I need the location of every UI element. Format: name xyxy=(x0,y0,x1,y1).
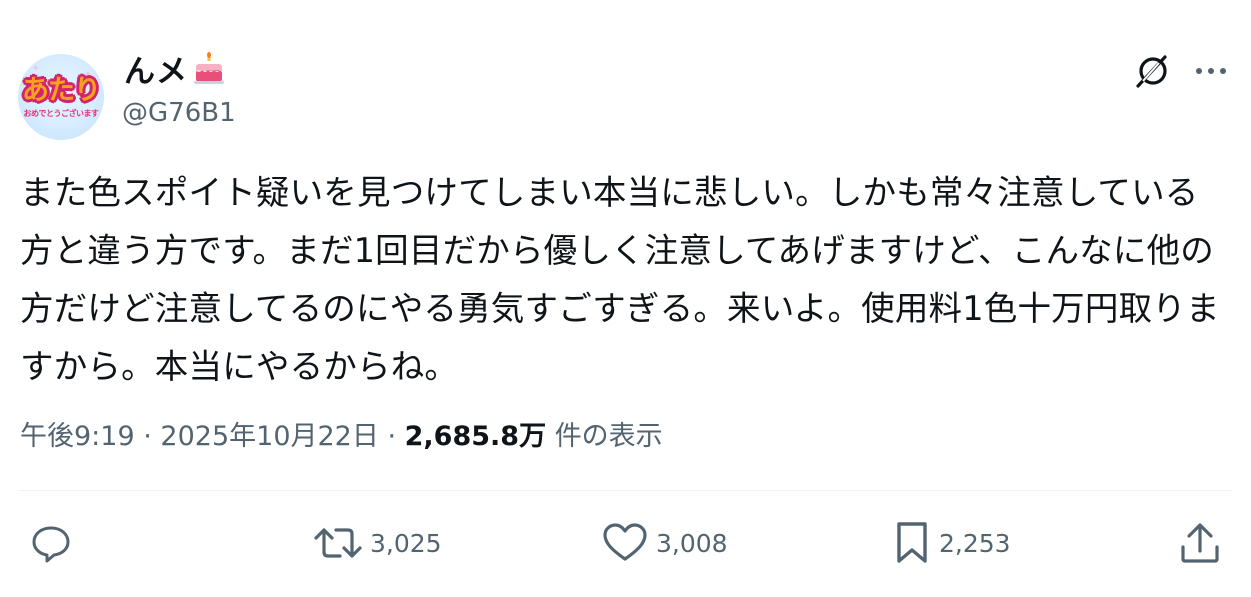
share-button[interactable] xyxy=(1178,520,1230,566)
like-count: 3,008 xyxy=(656,528,728,558)
tweet-date[interactable]: 2025年10月22日 xyxy=(160,421,378,452)
grok-button[interactable] xyxy=(1134,52,1172,90)
reply-button[interactable] xyxy=(30,520,80,566)
heart-icon xyxy=(603,523,647,561)
views-label[interactable]: 件の表示 xyxy=(555,421,663,452)
more-dots-icon xyxy=(1196,68,1226,74)
more-options-button[interactable] xyxy=(1194,60,1228,82)
birthday-cake-icon xyxy=(192,51,226,86)
divider xyxy=(18,490,1233,491)
user-handle[interactable]: @G76B1 xyxy=(122,98,236,128)
avatar-text: あたり xyxy=(22,75,101,106)
bookmark-count: 2,253 xyxy=(939,528,1011,558)
bookmark-icon xyxy=(897,522,927,563)
display-name[interactable]: んメ xyxy=(124,46,188,91)
separator: · xyxy=(387,421,397,452)
avatar-subtext: おめでとうございます xyxy=(23,109,100,118)
like-button[interactable]: 3,008 xyxy=(602,520,728,566)
views-count[interactable]: 2,685.8万 xyxy=(405,421,546,452)
retweet-button[interactable]: 3,025 xyxy=(314,520,442,566)
retweet-count: 3,025 xyxy=(370,528,442,558)
tweet-text: また色スポイト疑いを見つけてしまい本当に悲しい。しかも常々注意している方と違う方… xyxy=(20,173,1220,386)
separator: · xyxy=(143,421,152,452)
share-icon xyxy=(1181,523,1219,563)
reply-icon xyxy=(32,526,70,563)
grok-icon xyxy=(1136,55,1167,88)
tweet-time[interactable]: 午後9:19 xyxy=(20,421,135,452)
bookmark-button[interactable]: 2,253 xyxy=(893,520,1011,566)
author-name-row[interactable]: んメ xyxy=(124,46,226,91)
retweet-icon xyxy=(314,528,362,558)
avatar[interactable]: ✦ ✦ あたり おめでとうございます xyxy=(18,54,104,140)
tweet-meta: 午後9:19 · 2025年10月22日 · 2,685.8万 件の表示 xyxy=(20,414,663,453)
